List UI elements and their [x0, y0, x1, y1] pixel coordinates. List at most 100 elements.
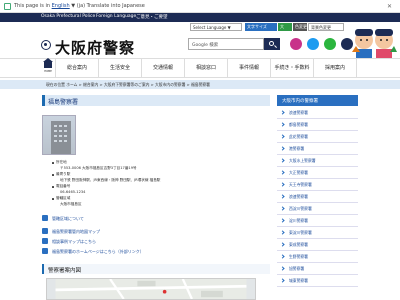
chevron-right-icon [280, 242, 285, 247]
chevron-right-icon [280, 122, 285, 127]
nav-consultation[interactable]: 相談窓口 [185, 59, 228, 77]
sidebar-item-label: 生野警察署 [289, 254, 308, 259]
sidebar-item-label: 都島警察署 [289, 122, 308, 127]
sidebar-item-label: 港警察署 [289, 146, 305, 151]
bullet-icon [52, 174, 54, 176]
chevron-right-icon [280, 134, 285, 139]
sidebar-item[interactable]: 東淀川警察署 [277, 227, 358, 239]
translate-bar: This page is in English ▼ (ja) Translate… [0, 0, 400, 13]
info-phone-label: 電話番号 [56, 184, 71, 188]
large-text-button[interactable]: 大 [278, 23, 292, 31]
info-station-label: 最寄り駅 [56, 172, 71, 176]
instagram-icon[interactable] [290, 38, 302, 50]
site-title[interactable]: 大阪府警察 [55, 37, 135, 58]
chevron-right-icon [280, 146, 285, 151]
chevron-right-icon [280, 110, 285, 115]
home-icon [43, 58, 53, 68]
nav-life-safety[interactable]: 生活安全 [99, 59, 142, 77]
sidebar-item-label: 此花警察署 [289, 134, 308, 139]
nav-general-info[interactable]: 総合案内 [56, 59, 99, 77]
close-icon[interactable]: ✕ [387, 3, 392, 10]
chevron-right-icon [280, 230, 285, 235]
search-placeholder: Google 検索 [192, 43, 219, 48]
sidebar-item[interactable]: 城東警察署 [277, 275, 358, 287]
chevron-right-icon [280, 182, 285, 187]
search-icon [269, 41, 274, 46]
station-map[interactable] [46, 278, 256, 300]
sidebar-item[interactable]: 生野警察署 [277, 251, 358, 263]
source-language-link[interactable]: English [52, 3, 70, 9]
link-area-map[interactable]: 福島警察署管内地図マップ [52, 229, 100, 235]
sidebar-item[interactable]: 浪速警察署 [277, 191, 358, 203]
twitter-icon[interactable] [307, 38, 319, 50]
link-station-homepage[interactable]: 福島警察署のホームページはこちら（外部リンク） [52, 249, 144, 255]
info-area: 大阪市福島区 [60, 202, 82, 206]
sidebar-item[interactable]: 大正警察署 [277, 167, 358, 179]
bullet-icon [52, 186, 54, 188]
sidebar-item-label: 大正警察署 [289, 170, 308, 175]
link-jurisdiction[interactable]: 管轄区域について [52, 216, 84, 222]
chevron-down-icon[interactable]: ▼ [71, 3, 75, 9]
chevron-right-icon [280, 158, 285, 163]
info-phone: 06-6465-1234 [60, 190, 86, 194]
sidebar-item-label: 大阪水上警察署 [289, 158, 316, 163]
opinion-link[interactable]: ご意見・ご要望 [136, 14, 168, 20]
page-title: 福島警察署 [48, 99, 79, 106]
info-address-label: 所在地 [56, 160, 67, 164]
nav-traffic[interactable]: 交通情報 [142, 59, 185, 77]
sidebar-item[interactable]: 旭警察署 [277, 263, 358, 275]
background-color-button[interactable]: 背景色変更 [308, 23, 344, 31]
line-icon[interactable] [324, 38, 336, 50]
bullet-icon [52, 198, 54, 200]
sidebar-title: 大阪市内の警察署 [282, 99, 318, 104]
info-address: 〒553-0006 大阪市福島区吉野3丁目17番19号 [60, 166, 137, 170]
color-change-button[interactable]: 色変更 [293, 23, 307, 31]
sidebar-item[interactable]: 都島警察署 [277, 119, 358, 131]
breadcrumb[interactable]: 現在の位置 ホーム > 総合案内 > 大阪府下警察署等のご案内 > 大阪市内の警… [46, 82, 210, 88]
google-translate-icon [4, 3, 11, 10]
mascot-illustration [352, 29, 397, 61]
sidebar-item-label: 東淀川警察署 [289, 230, 312, 235]
info-station: 地下鉄 野田阪神駅、JR東西線・阪神 野田駅、JR環状線 福島駅 [60, 178, 161, 182]
sidebar-item[interactable]: 淀川警察署 [277, 215, 358, 227]
sidebar-item-label: 旭警察署 [289, 266, 305, 271]
chevron-right-icon [280, 266, 285, 271]
chevron-right-icon [280, 254, 285, 259]
sidebar-item-label: 東成警察署 [289, 242, 308, 247]
sidebar-item[interactable]: 大阪水上警察署 [277, 155, 358, 167]
translate-prefix: This page is in [14, 3, 51, 9]
sidebar-item[interactable]: 此花警察署 [277, 131, 358, 143]
sidebar-item-label: 浪速警察署 [289, 110, 308, 115]
map-icon [42, 238, 48, 244]
nav-incident-info[interactable]: 事件情報 [228, 59, 271, 77]
top-nav-strip: Osaka Prefectural Police Foreign Languag… [0, 13, 400, 22]
chevron-right-icon [280, 170, 285, 175]
foreign-language-link[interactable]: Foreign Language [96, 14, 136, 19]
translate-suffix: (ja) Translate into Japanese [76, 3, 145, 9]
station-photo [42, 115, 76, 155]
bullet-icon [52, 162, 54, 164]
nav-recruitment[interactable]: 採用案内 [314, 59, 357, 77]
search-button[interactable] [264, 38, 280, 50]
map-icon [42, 228, 48, 234]
sidebar-item-label: 西淀川警察署 [289, 206, 312, 211]
select-language-dropdown[interactable]: Select Language ▼ [190, 23, 242, 31]
chevron-right-icon [280, 194, 285, 199]
sidebar-item[interactable]: 東成警察署 [277, 239, 358, 251]
chevron-right-icon [280, 218, 285, 223]
sidebar-item-label: 天王寺警察署 [289, 182, 312, 187]
site-english-name: Osaka Prefectural Police [41, 14, 96, 19]
nav-home-label: HOME [44, 70, 52, 73]
search-input[interactable]: Google 検索 [188, 38, 264, 50]
nav-home[interactable]: HOME [40, 58, 56, 77]
nav-procedures[interactable]: 手続き・手数料 [271, 59, 314, 77]
sidebar-item[interactable]: 浪速警察署 [277, 107, 358, 119]
sidebar-item[interactable]: 西淀川警察署 [277, 203, 358, 215]
sidebar-item[interactable]: 天王寺警察署 [277, 179, 358, 191]
info-area-label: 管轄区域 [56, 196, 71, 200]
link-case-map[interactable]: 相談事例マップはこちら [52, 239, 96, 245]
section-title: 警察署案内図 [48, 268, 82, 274]
sidebar-item[interactable]: 港警察署 [277, 143, 358, 155]
police-emblem-icon [41, 40, 51, 50]
font-size-button[interactable]: 文字サイズ [245, 23, 277, 31]
